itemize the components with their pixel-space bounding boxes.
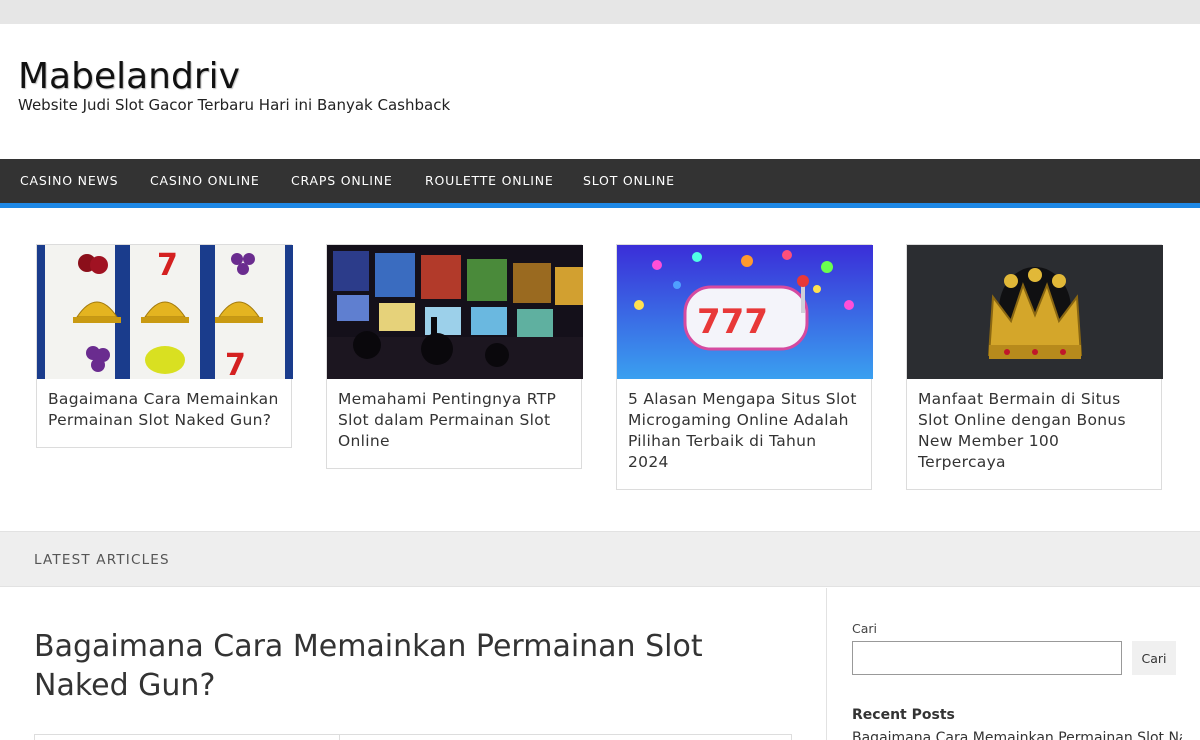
top-bar	[0, 0, 1200, 24]
article-meta-divider	[339, 734, 340, 740]
nav-item-casino-online[interactable]: CASINO ONLINE	[150, 159, 260, 203]
featured-card-title[interactable]: Memahami Pentingnya RTP Slot dalam Perma…	[327, 379, 581, 468]
article-meta-box	[34, 734, 792, 740]
nav-item-casino-news[interactable]: CASINO NEWS	[20, 159, 118, 203]
casino-slot-machines-photo[interactable]	[327, 245, 583, 379]
main-navigation: CASINO NEWS CASINO ONLINE CRAPS ONLINE R…	[0, 159, 1200, 203]
svg-text:7: 7	[157, 248, 178, 283]
nav-item-slot-online[interactable]: SLOT ONLINE	[583, 159, 675, 203]
article-title[interactable]: Bagaimana Cara Memainkan Permainan Slot …	[34, 627, 794, 705]
recent-posts-heading: Recent Posts	[852, 707, 955, 723]
search-button[interactable]: Cari	[1132, 641, 1176, 675]
site-title[interactable]: Mabelandriv	[18, 56, 240, 97]
nav-item-craps-online[interactable]: CRAPS ONLINE	[291, 159, 393, 203]
svg-text:7: 7	[225, 348, 246, 379]
search-label: Cari	[852, 621, 877, 636]
nav-accent-bar	[0, 203, 1200, 208]
latest-articles-label: LATEST ARTICLES	[34, 552, 170, 568]
recent-post-link[interactable]: Bagaimana Cara Memainkan Permainan Slot …	[852, 730, 1182, 740]
sidebar-divider	[826, 588, 827, 740]
featured-card-4: Manfaat Bermain di Situs Slot Online den…	[906, 244, 1163, 490]
featured-card-title[interactable]: Manfaat Bermain di Situs Slot Online den…	[907, 379, 1161, 489]
slot-machine-reels-image[interactable]: 7 7	[37, 245, 293, 379]
featured-card-title[interactable]: Bagaimana Cara Memainkan Permainan Slot …	[37, 379, 291, 447]
featured-card-1: 7 7 Bagaimana Cara Memainkan Permainan S…	[36, 244, 293, 448]
site-tagline: Website Judi Slot Gacor Terbaru Hari ini…	[18, 96, 451, 114]
777-slot-reels-image[interactable]: 777	[617, 245, 873, 379]
featured-card-3: 777 5 Alasan Mengapa Situs Slot Microgam…	[616, 244, 873, 490]
svg-text:777: 777	[697, 302, 768, 342]
nav-item-roulette-online[interactable]: ROULETTE ONLINE	[425, 159, 554, 203]
search-input[interactable]	[852, 641, 1122, 675]
latest-articles-bar: LATEST ARTICLES	[0, 531, 1200, 587]
featured-card-title[interactable]: 5 Alasan Mengapa Situs Slot Microgaming …	[617, 379, 871, 489]
featured-card-2: Memahami Pentingnya RTP Slot dalam Perma…	[326, 244, 583, 469]
gold-crown-image[interactable]	[907, 245, 1163, 379]
